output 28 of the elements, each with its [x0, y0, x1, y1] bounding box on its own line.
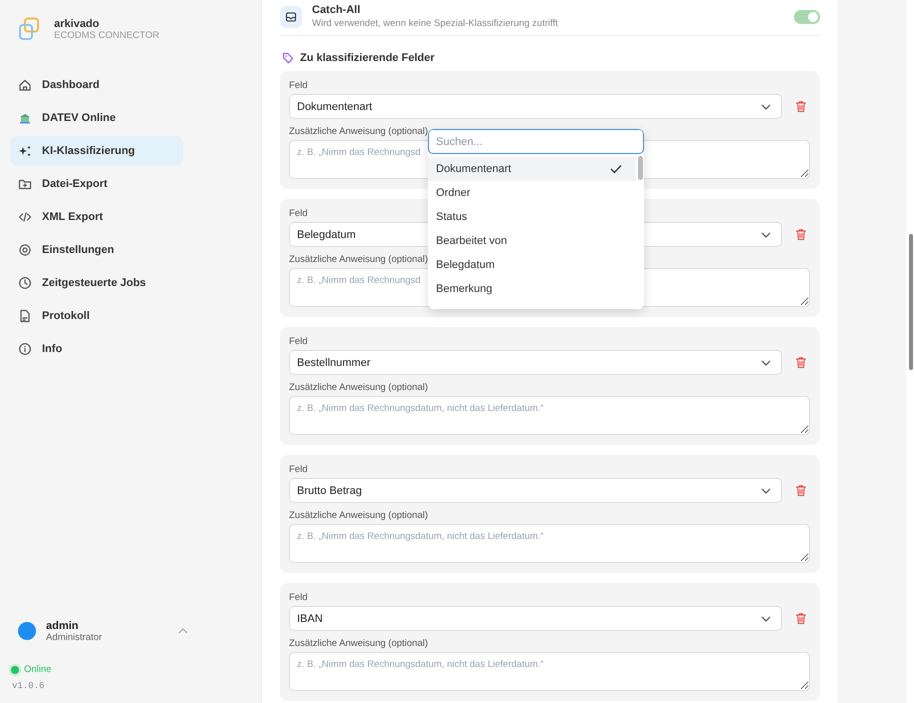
field-label: Feld — [289, 208, 308, 219]
instruction-label: Zusätzliche Anweisung (optional) — [289, 638, 428, 649]
nav-label: Datei-Export — [42, 178, 108, 190]
field-label: Feld — [289, 80, 308, 91]
instruction-label: Zusätzliche Anweisung (optional) — [289, 510, 428, 521]
nav-label: XML Export — [42, 211, 103, 223]
instruction-label: Zusätzliche Anweisung (optional) — [289, 382, 428, 393]
section-heading: Zu klassifizierende Felder — [300, 52, 434, 64]
nav-label: Protokoll — [42, 310, 90, 322]
nav-label: Info — [42, 343, 62, 355]
field-label: Feld — [289, 464, 308, 475]
app-subtitle: ECODMS CONNECTOR — [54, 30, 160, 40]
nav-label: Einstellungen — [42, 244, 114, 256]
catch-all-description: Wird verwendet, wenn keine Spezial-Klassifizierung zutrifft — [312, 18, 559, 29]
field-label: Feld — [289, 336, 308, 347]
nav-label: Dashboard — [42, 79, 100, 91]
nav-label: DATEV Online — [42, 112, 116, 124]
catch-all-title: Catch-All — [312, 4, 362, 16]
user-role: Administrator — [46, 632, 103, 642]
user-name: admin — [46, 620, 80, 632]
app-name: arkivado — [54, 18, 100, 30]
instruction-label: Zusätzliche Anweisung (optional) — [289, 126, 428, 137]
field-label: Feld — [289, 592, 308, 603]
status-text: Online — [24, 664, 52, 675]
instruction-label: Zusätzliche Anweisung (optional) — [289, 254, 428, 265]
nav-label: Zeitgesteuerte Jobs — [42, 277, 146, 289]
nav-label: KI-Klassifizierung — [42, 145, 135, 157]
version-text: v1.0.6 — [11, 680, 46, 693]
